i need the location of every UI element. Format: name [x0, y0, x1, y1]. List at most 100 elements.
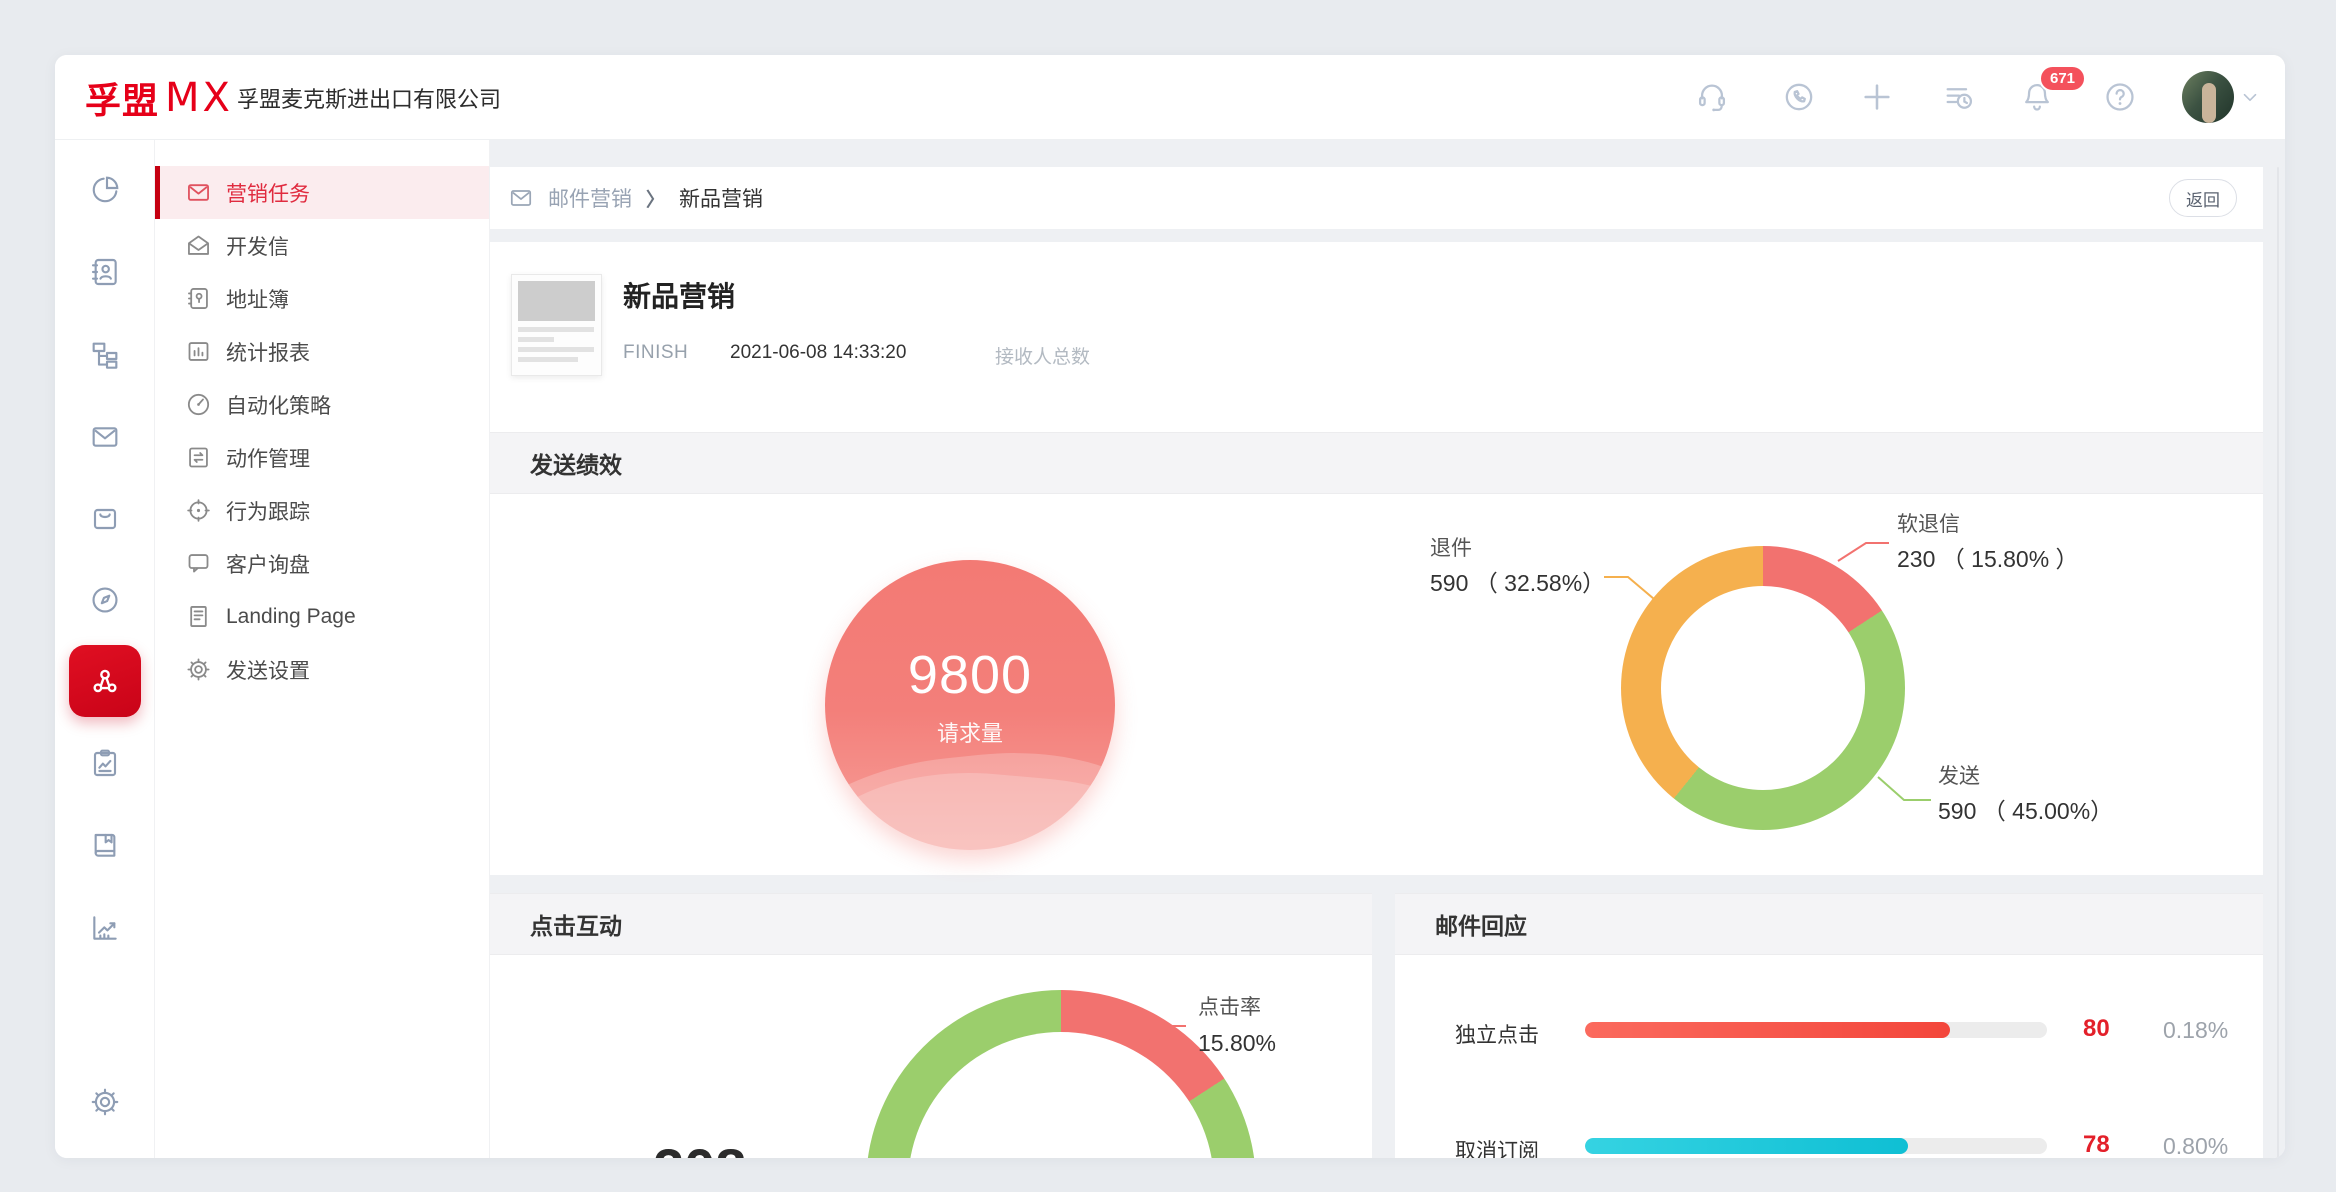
bar-label: 取消订阅 — [1455, 1135, 1539, 1158]
logo-text-secondary: MX — [165, 75, 233, 121]
compass-icon[interactable] — [55, 578, 155, 622]
segment-value: 590 （ 45.00%） — [1938, 800, 2113, 823]
knowledge-book-icon[interactable] — [55, 823, 155, 867]
app-logo[interactable]: 孚盟 MX — [85, 55, 233, 140]
bar-track — [1585, 1022, 2047, 1038]
menu-item-label: 客户询盘 — [226, 549, 310, 579]
secondary-menu: 营销任务 开发信 地址簿 统计报表 自动化策略 动作管理 行为跟踪 客户询盘 — [155, 140, 490, 1158]
campaign-meta: FINISH 2021-06-08 14:33:20 接收人总数 — [623, 342, 1523, 368]
click-total-value: 208 — [653, 1136, 746, 1158]
notification-badge[interactable]: 671 — [2039, 65, 2086, 92]
segment-name: 发送 — [1938, 766, 2113, 787]
bar-row-unique-clicks: 独立点击 80 0.18% — [1395, 1015, 2263, 1055]
tracking-icon — [185, 497, 212, 524]
report-clipboard-icon[interactable] — [55, 741, 155, 785]
menu-item-behavior-tracking[interactable]: 行为跟踪 — [155, 484, 489, 537]
breadcrumb-separator-icon: 〉 — [646, 185, 665, 212]
request-total-kpi: 9800 请求量 — [825, 560, 1115, 850]
pie-chart-icon[interactable] — [55, 168, 155, 212]
send-donut-hole — [1661, 586, 1865, 790]
menu-item-label: 发送设置 — [226, 655, 310, 685]
bar-row-unsubscribe: 取消订阅 78 0.80% — [1395, 1131, 2263, 1158]
settings-gear-icon[interactable] — [55, 1080, 155, 1124]
bar-percent: 0.18% — [2163, 1017, 2228, 1044]
segment-name: 软退信 — [1897, 514, 2079, 535]
send-settings-icon — [185, 656, 212, 683]
help-icon[interactable] — [2098, 75, 2142, 119]
back-button[interactable]: 返回 — [2169, 179, 2237, 217]
callout-bounce: 退件 590 （ 32.58%） — [1430, 538, 1605, 595]
menu-item-development-letter[interactable]: 开发信 — [155, 219, 489, 272]
click-interaction-card: 点击互动 208 点击率 15.80% — [490, 893, 1372, 1158]
trend-chart-icon[interactable] — [55, 906, 155, 950]
report-icon — [185, 338, 212, 365]
task-history-icon[interactable] — [1937, 75, 1981, 119]
click-rate-value: 15.80% — [1198, 1032, 1276, 1055]
menu-item-automation-strategy[interactable]: 自动化策略 — [155, 378, 489, 431]
menu-item-landing-page[interactable]: Landing Page — [155, 590, 489, 643]
bar-value: 80 — [2083, 1015, 2143, 1043]
section-title-send-performance: 发送绩效 — [490, 432, 2263, 494]
inquiry-icon — [185, 550, 212, 577]
campaign-title: 新品营销 — [623, 275, 735, 315]
email-thumbnail — [511, 274, 602, 376]
bar-percent: 0.80% — [2163, 1133, 2228, 1158]
request-total-label: 请求量 — [825, 716, 1115, 748]
recipients-label[interactable]: 接收人总数 — [995, 342, 1090, 369]
menu-item-address-book[interactable]: 地址簿 — [155, 272, 489, 325]
contacts-book-icon[interactable] — [55, 250, 155, 294]
topbar: 孚盟 MX 孚盟麦克斯进出口有限公司 671 — [55, 55, 2285, 140]
plus-icon[interactable] — [1855, 75, 1899, 119]
menu-item-label: 统计报表 — [226, 337, 310, 367]
bar-label: 独立点击 — [1455, 1019, 1539, 1049]
email-response-card: 邮件回应 独立点击 80 0.18% 取消订阅 78 0.80% — [1395, 893, 2263, 1158]
menu-item-label: 动作管理 — [226, 443, 310, 473]
headset-icon[interactable] — [1690, 75, 1734, 119]
click-rate-label: 点击率 — [1198, 997, 1276, 1018]
open-mail-icon — [185, 232, 212, 259]
landing-page-icon — [185, 603, 212, 630]
mail-icon — [508, 185, 534, 211]
callout-soft-bounce: 软退信 230 （ 15.80% ） — [1897, 514, 2079, 571]
segment-value: 590 （ 32.58%） — [1430, 572, 1605, 595]
segment-name: 退件 — [1430, 538, 1605, 559]
breadcrumb-current: 新品营销 — [679, 183, 763, 213]
icon-rail — [55, 140, 155, 1158]
company-name: 孚盟麦克斯进出口有限公司 — [237, 55, 501, 140]
org-chart-icon[interactable] — [55, 333, 155, 377]
menu-item-statistics-report[interactable]: 统计报表 — [155, 325, 489, 378]
address-book-icon — [185, 285, 212, 312]
menu-item-label: 自动化策略 — [226, 390, 331, 420]
request-total-value: 9800 — [825, 644, 1115, 706]
avatar[interactable] — [2182, 71, 2234, 123]
menu-item-action-management[interactable]: 动作管理 — [155, 431, 489, 484]
actions-icon — [185, 444, 212, 471]
shop-bag-icon[interactable] — [55, 496, 155, 540]
menu-item-customer-inquiry[interactable]: 客户询盘 — [155, 537, 489, 590]
screen: 孚盟 MX 孚盟麦克斯进出口有限公司 671 — [0, 0, 2336, 1192]
callout-sent: 发送 590 （ 45.00%） — [1938, 766, 2113, 823]
bar-track — [1585, 1138, 2047, 1154]
logo-text-primary: 孚盟 — [85, 72, 159, 124]
menu-item-marketing-tasks[interactable]: 营销任务 — [155, 166, 489, 219]
callout-click-rate: 点击率 15.80% — [1198, 997, 1276, 1055]
mail-icon[interactable] — [55, 415, 155, 459]
breadcrumb-root[interactable]: 邮件营销 — [548, 183, 632, 213]
segment-value: 230 （ 15.80% ） — [1897, 548, 2079, 571]
section-title-email-response: 邮件回应 — [1395, 893, 2263, 955]
sent-time: 2021-06-08 14:33:20 — [730, 342, 906, 364]
menu-item-label: 行为跟踪 — [226, 496, 310, 526]
mail-icon — [185, 179, 212, 206]
campaign-detail-card: 新品营销 FINISH 2021-06-08 14:33:20 接收人总数 发送… — [490, 242, 2263, 875]
app-window: 孚盟 MX 孚盟麦克斯进出口有限公司 671 — [55, 55, 2285, 1158]
chevron-down-icon[interactable] — [2233, 75, 2267, 119]
bar-fill — [1585, 1022, 1950, 1038]
menu-item-label: 地址簿 — [226, 284, 289, 314]
menu-item-label: 营销任务 — [226, 178, 310, 208]
phone-chat-icon[interactable] — [1777, 75, 1821, 119]
scrollbar-track[interactable] — [2277, 167, 2279, 1158]
group-icon[interactable] — [69, 645, 141, 717]
menu-item-send-settings[interactable]: 发送设置 — [155, 643, 489, 696]
breadcrumb: 邮件营销 〉 新品营销 返回 — [490, 167, 2263, 229]
status-badge: FINISH — [623, 342, 688, 364]
